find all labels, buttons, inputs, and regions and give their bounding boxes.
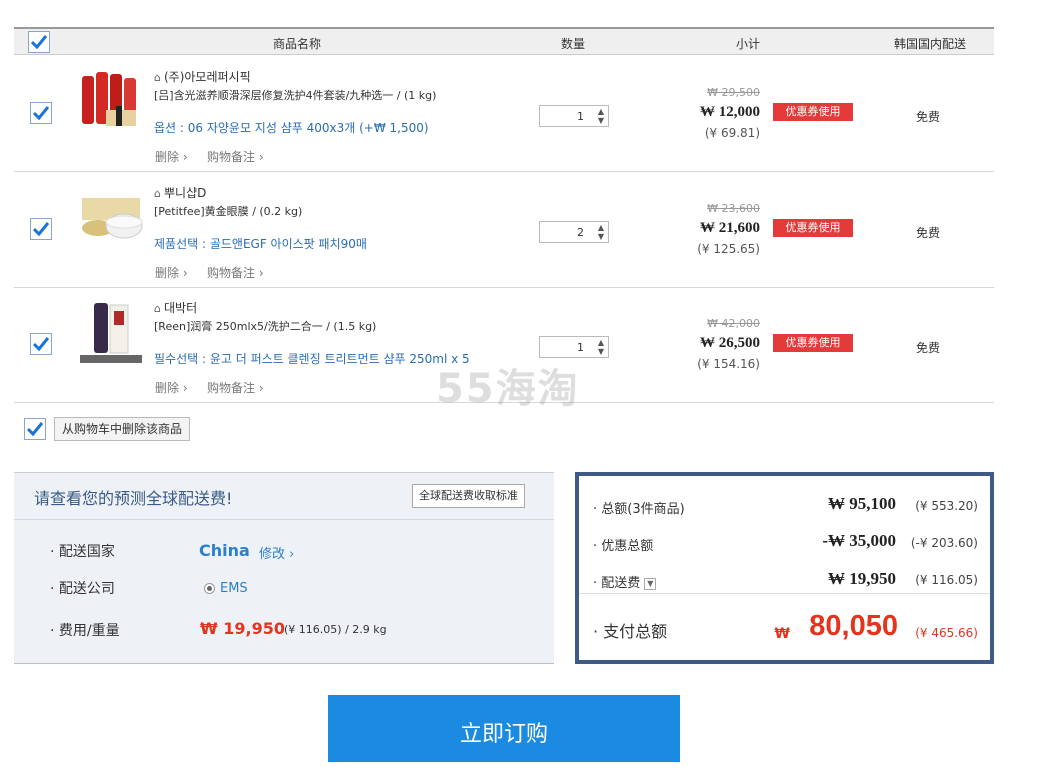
home-icon: ⌂ <box>154 187 161 200</box>
product-option: 필수선택 : 윤고 더 퍼스트 클렌징 트리트먼트 샴푸 250ml x 5 <box>154 352 470 366</box>
shipping-standard-button[interactable]: 全球配送费收取标准 <box>412 484 525 508</box>
cart-item-row: ⌂ (주)아모레퍼시픽 [吕]含光滋养顺滑深层修复洗护4件套装/九种选一 / (1… <box>14 56 994 172</box>
shipping-fee: ₩ 19,950 <box>200 619 285 638</box>
select-all-checkbox[interactable] <box>28 31 50 53</box>
stepper-arrows-icon[interactable]: ▲ ▼ <box>598 107 604 125</box>
home-icon: ⌂ <box>154 71 161 84</box>
item-checkbox[interactable] <box>30 218 52 240</box>
shipping-fee-value: ₩ 19,950 <box>828 569 896 588</box>
stepper-arrows-icon[interactable]: ▲ ▼ <box>598 223 604 241</box>
discount-label: · 优惠总额 <box>593 539 654 554</box>
discount-cny: (-¥ 203.60) <box>910 536 978 550</box>
shopping-note-link[interactable]: 购物备注 › <box>207 379 264 396</box>
use-coupon-button[interactable]: 优惠券使用 <box>773 103 853 121</box>
item-price-cny: (¥ 69.81) <box>704 126 760 140</box>
pay-total-value: 80,050 <box>809 610 898 642</box>
chevron-right-icon: › <box>258 381 264 395</box>
divider <box>579 593 990 594</box>
store-name[interactable]: ⌂ (주)아모레퍼시픽 <box>154 68 251 85</box>
product-option: 옵션 : 06 자양윤모 지성 샴푸 400x3개 (+₩ 1,500) <box>154 121 429 135</box>
shipping-estimate-panel: 请查看您的预测全球配送费! 全球配送费收取标准 · 配送国家 China 修改 … <box>14 472 554 664</box>
delivery-fee: 免费 <box>916 110 941 124</box>
pay-total-cny: (¥ 465.66) <box>915 626 978 640</box>
delete-link[interactable]: 删除 › <box>155 148 188 165</box>
delete-link[interactable]: 删除 › <box>155 264 188 281</box>
chevron-right-icon: › <box>182 266 188 280</box>
chevron-right-icon: › <box>182 150 188 164</box>
pay-currency: ₩ <box>774 626 790 642</box>
delivery-fee: 免费 <box>916 341 941 355</box>
product-name[interactable]: [吕]含光滋养顺滑深层修复洗护4件套装/九种选一 / (1 kg) <box>154 87 436 103</box>
total-value: ₩ 95,100 <box>828 494 896 513</box>
discount-value: -₩ 35,000 <box>822 531 896 550</box>
use-coupon-button[interactable]: 优惠券使用 <box>773 334 853 352</box>
original-price: ₩ 23,600 <box>707 202 760 215</box>
fee-weight-label: · 费用/重量 <box>50 623 120 639</box>
delete-selected-button[interactable]: 从购物车中删除该商品 <box>54 417 191 441</box>
quantity-stepper[interactable]: 1 ▲ ▼ <box>539 336 609 358</box>
original-price: ₩ 29,500 <box>707 86 760 99</box>
order-totals-panel: · 总额(3件商品) ₩ 95,100 (¥ 553.20) · 优惠总额 -₩… <box>575 472 994 664</box>
product-image[interactable] <box>76 297 146 367</box>
delivery-fee: 免费 <box>916 226 941 240</box>
shopping-note-link[interactable]: 购物备注 › <box>207 264 264 281</box>
use-coupon-button[interactable]: 优惠券使用 <box>773 219 853 237</box>
item-price-cny: (¥ 125.65) <box>697 242 760 256</box>
item-price: ₩ 12,000 <box>700 104 760 120</box>
shipping-country: China <box>199 541 250 560</box>
product-option: 제품선택 : 골드앤EGF 아이스팟 패치90매 <box>154 237 367 251</box>
carrier-radio[interactable] <box>204 583 215 594</box>
country-label: · 配送国家 <box>50 544 115 560</box>
chevron-right-icon: › <box>182 381 188 395</box>
cart-item-row: ⌂ 뿌니샵D [Petitfee]黄金眼膜 / (0.2 kg) 제품선택 : 골… <box>14 172 994 288</box>
pay-total-label: · 支付总额 <box>593 622 668 641</box>
product-image[interactable] <box>76 182 146 252</box>
quantity-stepper[interactable]: 1 ▲ ▼ <box>539 105 609 127</box>
home-icon: ⌂ <box>154 302 161 315</box>
cart-table-header: 商品名称 数量 小计 韩国国内配送 <box>14 27 994 55</box>
quantity-value[interactable]: 1 <box>540 110 584 123</box>
store-name[interactable]: ⌂ 뿌니샵D <box>154 184 206 201</box>
delete-link[interactable]: 删除 › <box>155 379 188 396</box>
total-label: · 总额(3件商品) <box>593 502 685 517</box>
product-weight: / (1.5 kg) <box>326 320 377 333</box>
shopping-note-link[interactable]: 购物备注 › <box>207 148 264 165</box>
modify-country-link[interactable]: 修改 › <box>259 543 294 562</box>
product-image[interactable] <box>76 66 146 136</box>
product-name[interactable]: [Petitfee]黄金眼膜 / (0.2 kg) <box>154 203 302 219</box>
chevron-right-icon: › <box>258 150 264 164</box>
item-checkbox[interactable] <box>30 333 52 355</box>
chevron-down-icon[interactable]: ▼ <box>644 577 657 590</box>
item-price: ₩ 26,500 <box>700 335 760 351</box>
header-delivery: 韩国国内配送 <box>894 37 967 51</box>
store-name[interactable]: ⌂ 대박터 <box>154 299 197 316</box>
header-subtotal: 小计 <box>736 37 761 51</box>
total-cny: (¥ 553.20) <box>915 499 978 513</box>
product-weight: / (0.2 kg) <box>252 205 303 218</box>
carrier-label: · 配送公司 <box>50 581 115 597</box>
original-price: ₩ 42,000 <box>707 317 760 330</box>
watermark: 55海淘 <box>436 366 580 412</box>
chevron-right-icon: › <box>258 266 264 280</box>
quantity-stepper[interactable]: 2 ▲ ▼ <box>539 221 609 243</box>
stepper-arrows-icon[interactable]: ▲ ▼ <box>598 338 604 356</box>
quantity-value[interactable]: 1 <box>540 341 584 354</box>
delete-selected-checkbox[interactable] <box>24 418 46 440</box>
item-price-cny: (¥ 154.16) <box>697 357 760 371</box>
carrier-name[interactable]: EMS <box>220 581 248 596</box>
buy-now-button[interactable]: 立即订购 <box>328 695 680 762</box>
shipping-fee-label: · 配送费 ▼ <box>593 572 657 591</box>
shipping-fee-cny: (¥ 116.05) <box>915 573 978 587</box>
shipping-title: 请查看您的预测全球配送费! <box>34 489 233 508</box>
divider <box>14 519 554 520</box>
item-price: ₩ 21,600 <box>700 220 760 236</box>
shipping-fee-detail: (¥ 116.05) / 2.9 kg <box>284 623 387 636</box>
product-name[interactable]: [Reen]润膏 250mlx5/洗护二合一 / (1.5 kg) <box>154 318 376 334</box>
header-product-name: 商品名称 <box>273 37 322 51</box>
quantity-value[interactable]: 2 <box>540 226 584 239</box>
item-checkbox[interactable] <box>30 102 52 124</box>
product-weight: / (1 kg) <box>396 89 437 102</box>
header-quantity: 数量 <box>561 37 586 51</box>
